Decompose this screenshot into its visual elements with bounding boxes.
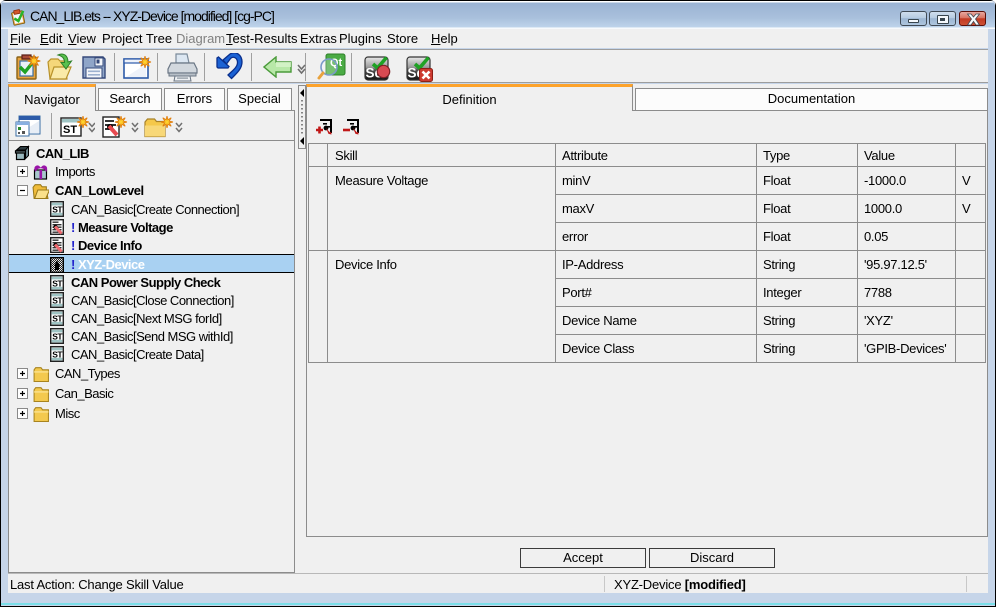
svg-text:ST: ST (63, 124, 77, 136)
